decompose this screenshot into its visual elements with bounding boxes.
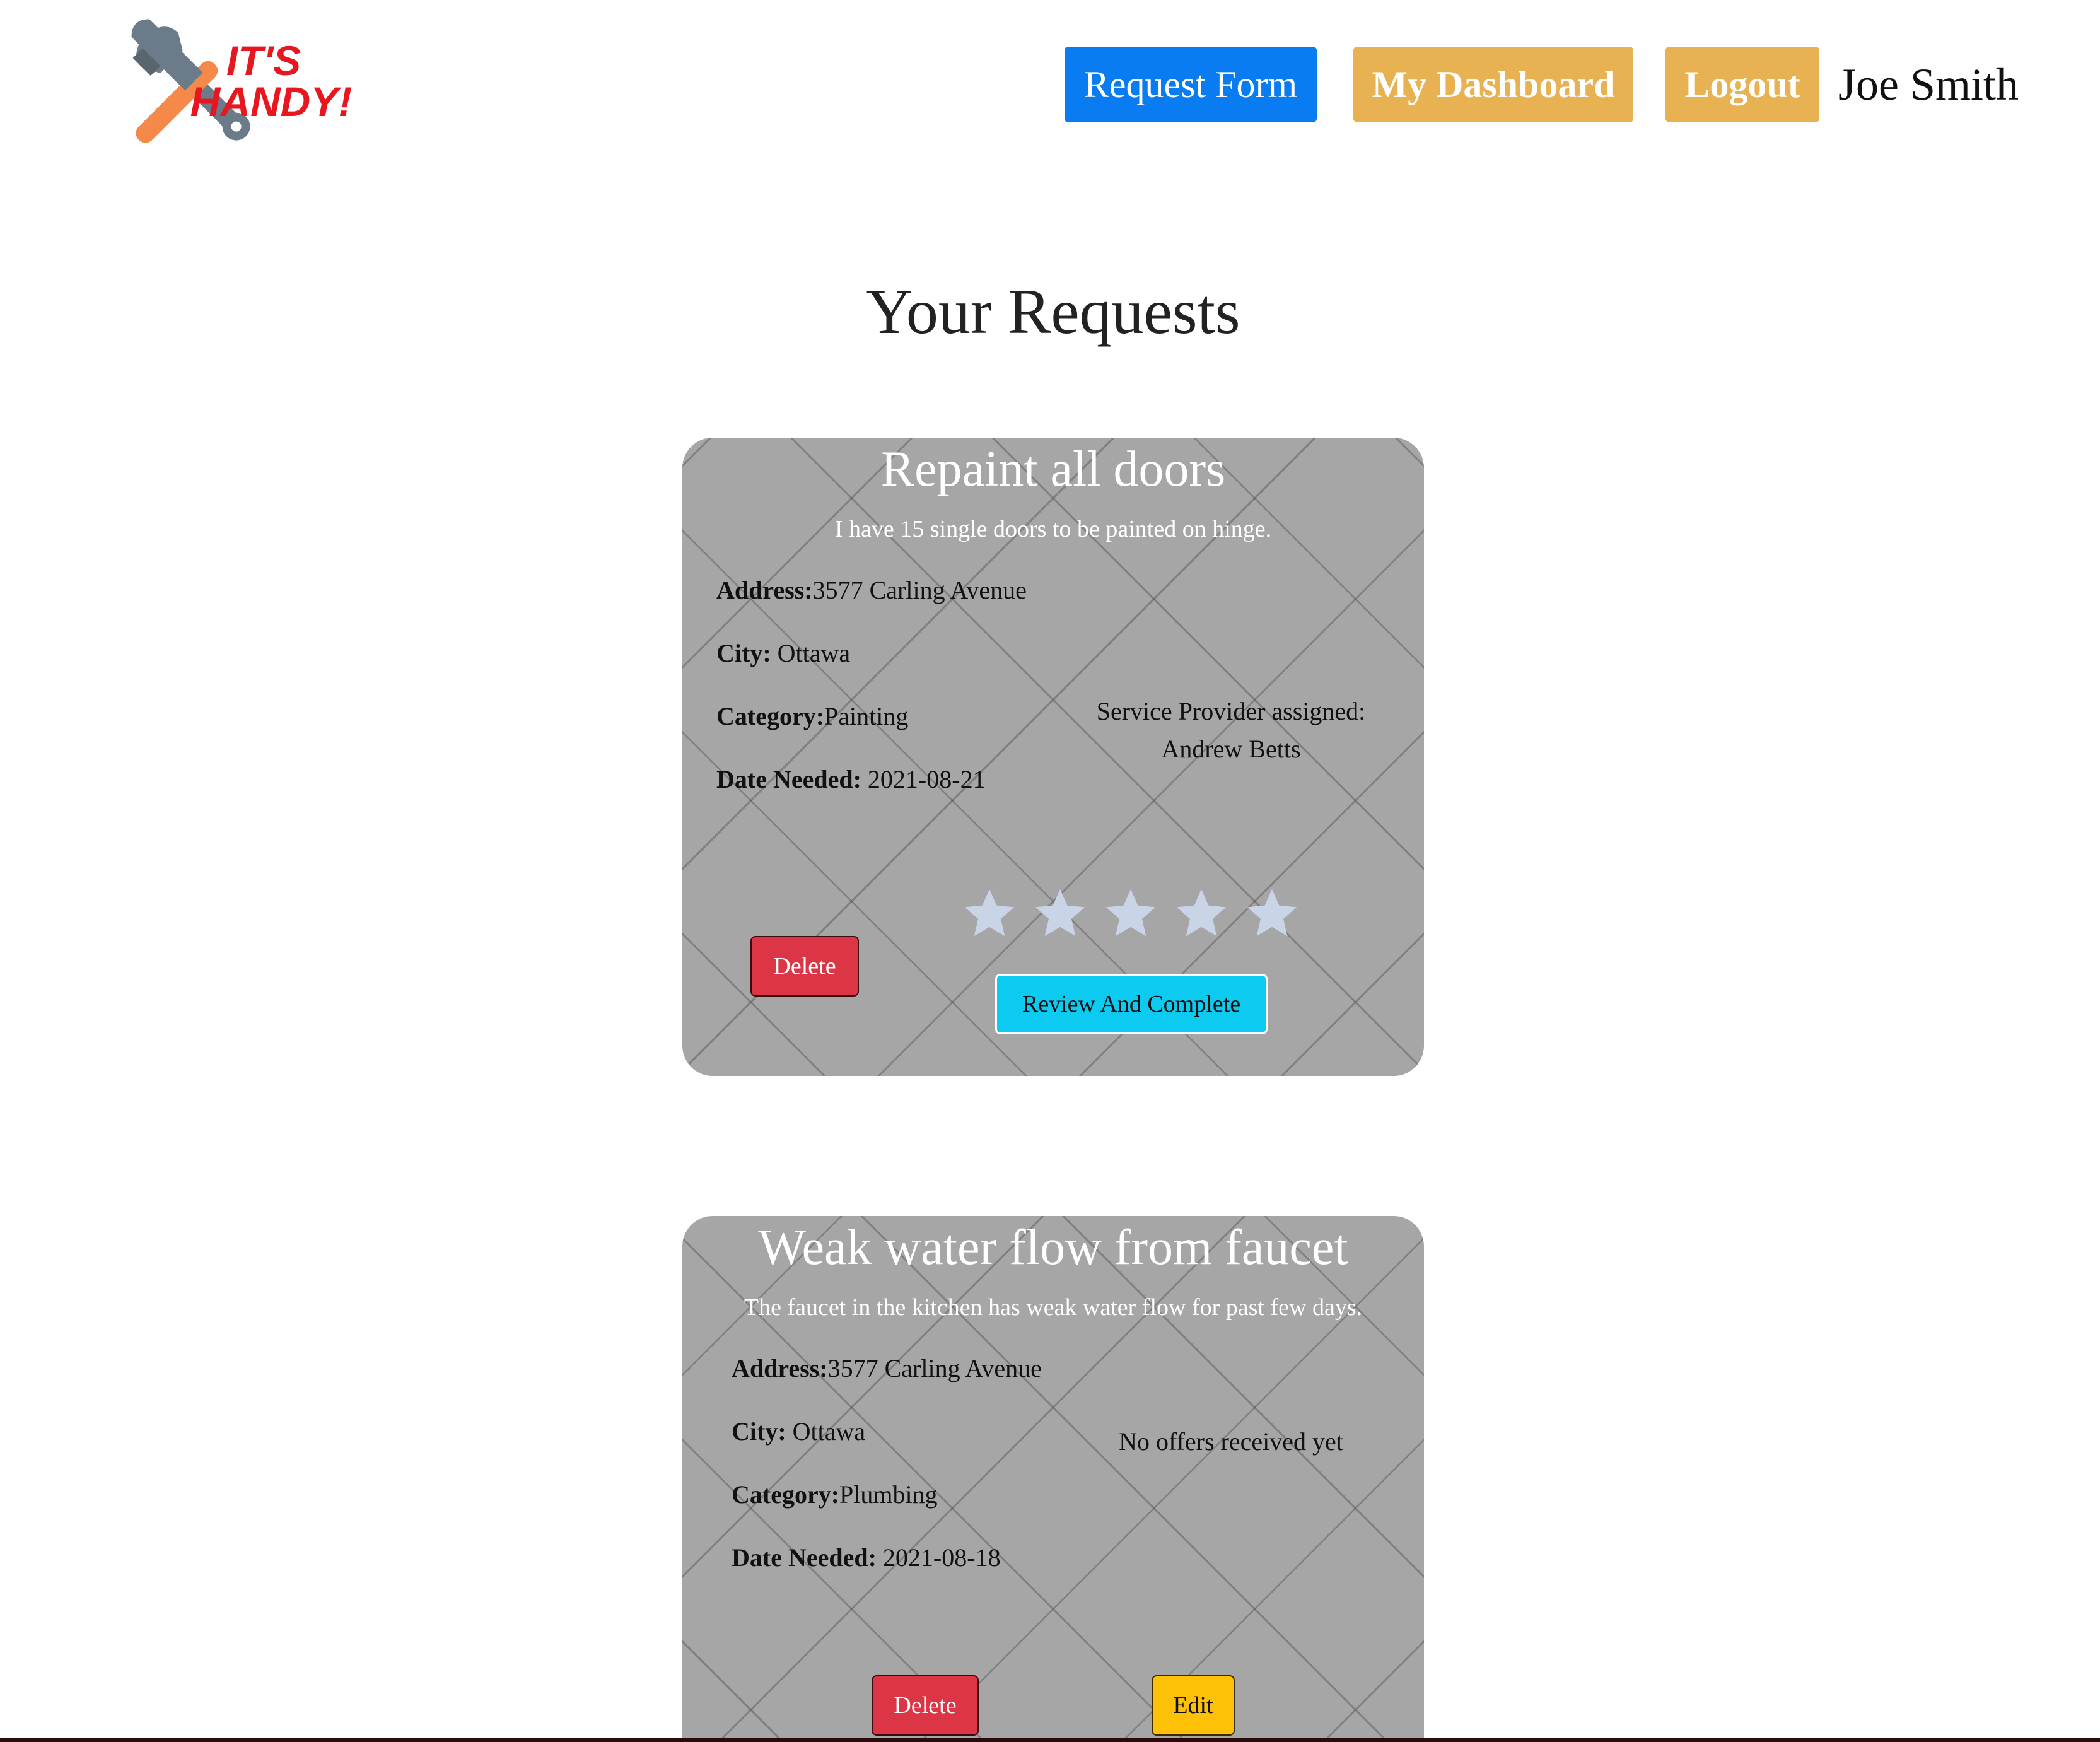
edit-button[interactable]: Edit	[1152, 1675, 1235, 1736]
service-provider-label: Service Provider assigned:	[1096, 697, 1366, 725]
request-description: The faucet in the kitchen has weak water…	[744, 1294, 1363, 1321]
city-label: City:	[732, 1417, 786, 1446]
delete-button[interactable]: Delete	[750, 936, 859, 997]
address-field: Address:3577 Carling Avenue	[716, 574, 1027, 607]
date-needed-label: Date Needed:	[732, 1543, 877, 1572]
request-form-button[interactable]: Request Form	[1065, 47, 1317, 122]
service-provider-info: Service Provider assigned: Andrew Betts	[1061, 693, 1401, 768]
date-needed-field: Date Needed: 2021-08-21	[716, 763, 986, 796]
star-icon[interactable]	[960, 884, 1019, 944]
page: IT'S HANDY! Request Form My Dashboard Lo…	[0, 0, 2100, 1742]
city-value: Ottawa	[792, 1417, 866, 1446]
logo-text-line1: IT'S	[226, 37, 301, 84]
request-card: Repaint all doors I have 15 single doors…	[682, 438, 1424, 1076]
star-icon[interactable]	[1242, 884, 1302, 944]
request-description: I have 15 single doors to be painted on …	[834, 516, 1272, 542]
logo-text-line2: HANDY!	[190, 78, 353, 125]
address-label: Address:	[716, 576, 813, 604]
address-value: 3577 Carling Avenue	[812, 576, 1027, 604]
star-icon[interactable]	[1101, 884, 1160, 944]
city-value: Ottawa	[777, 639, 851, 667]
request-title: Repaint all doors	[880, 441, 1226, 497]
logo[interactable]: IT'S HANDY!	[106, 15, 378, 155]
date-needed-value: 2021-08-18	[882, 1543, 1001, 1572]
date-needed-label: Date Needed:	[716, 765, 861, 793]
logout-button[interactable]: Logout	[1665, 47, 1819, 122]
my-dashboard-button[interactable]: My Dashboard	[1353, 47, 1633, 122]
date-needed-value: 2021-08-21	[867, 765, 986, 793]
user-name: Joe Smith	[1838, 59, 2019, 110]
address-value: 3577 Carling Avenue	[827, 1354, 1042, 1382]
city-field: City: Ottawa	[732, 1415, 865, 1448]
review-and-complete-button[interactable]: Review And Complete	[995, 974, 1268, 1034]
date-needed-field: Date Needed: 2021-08-18	[732, 1541, 1001, 1574]
service-provider-name: Andrew Betts	[1161, 735, 1301, 763]
delete-button[interactable]: Delete	[872, 1675, 979, 1736]
star-icon[interactable]	[1030, 884, 1090, 944]
request-card: Weak water flow from faucet The faucet i…	[682, 1216, 1424, 1742]
category-label: Category:	[716, 702, 825, 730]
category-field: Category:Plumbing	[732, 1478, 938, 1511]
city-field: City: Ottawa	[716, 637, 850, 670]
bottom-divider	[0, 1738, 2100, 1742]
city-label: City:	[716, 639, 771, 667]
category-value: Plumbing	[839, 1480, 938, 1509]
request-title: Weak water flow from faucet	[758, 1220, 1348, 1275]
category-label: Category:	[732, 1480, 840, 1509]
category-value: Painting	[824, 702, 909, 730]
hammer-wrench-logo-icon: IT'S HANDY!	[131, 19, 353, 143]
address-label: Address:	[732, 1354, 828, 1382]
rating-stars	[960, 884, 1302, 944]
category-field: Category:Painting	[716, 700, 908, 733]
address-field: Address:3577 Carling Avenue	[732, 1352, 1042, 1385]
offer-status: No offers received yet	[1119, 1427, 1343, 1456]
page-title: Your Requests	[866, 276, 1240, 348]
star-icon[interactable]	[1172, 884, 1231, 944]
